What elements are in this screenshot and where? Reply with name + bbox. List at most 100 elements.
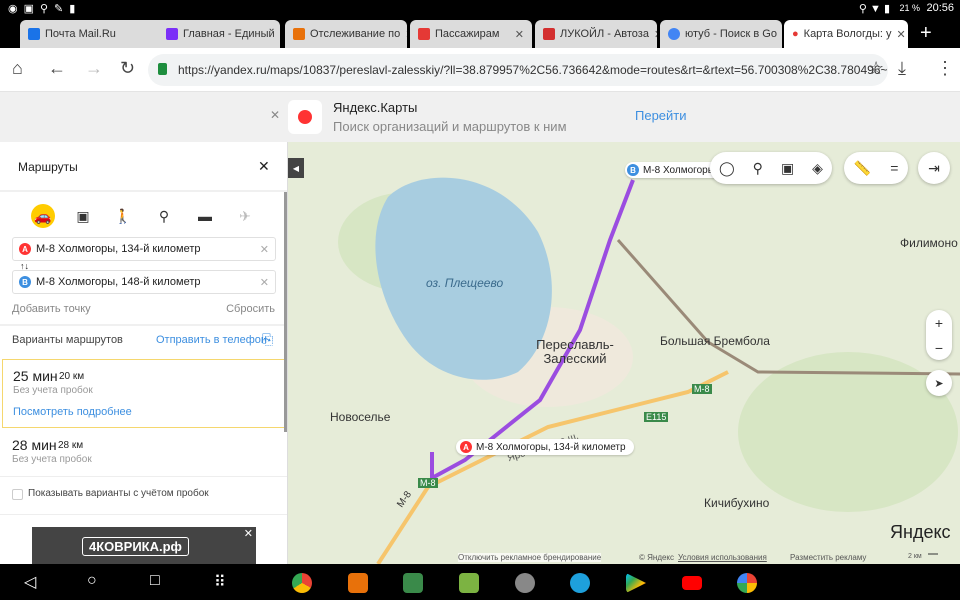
site-icon <box>418 28 430 40</box>
play-store-icon[interactable] <box>626 573 646 593</box>
divider <box>0 514 287 515</box>
to-value: М-8 Холмогоры, 148-й километр <box>36 276 201 288</box>
apps-grid-icon[interactable]: ⠿ <box>214 572 226 592</box>
zoom-controls: + − <box>926 310 952 360</box>
ad-banner[interactable]: 4КОВРИКА.рф ✕ <box>32 527 256 564</box>
star-icon[interactable]: ☆ <box>868 58 884 79</box>
road-sign: М-8 <box>418 478 438 488</box>
new-tab-button[interactable]: + <box>920 22 932 45</box>
pin-a-marker[interactable]: A М-8 Холмогоры, 134-й километр <box>456 439 634 455</box>
disable-branding-link[interactable]: Отключить рекламное брендирование <box>458 553 602 562</box>
collapse-panel-button[interactable]: ◀ <box>288 158 304 178</box>
add-point-link[interactable]: Добавить точку <box>12 303 91 315</box>
traffic-checkbox-label[interactable]: Показывать варианты с учётом пробок <box>28 488 209 499</box>
photos-app-icon[interactable] <box>737 573 757 593</box>
route-details-link[interactable]: Посмотреть подробнее <box>13 406 132 418</box>
geolocation-button[interactable]: ➤ <box>926 370 952 396</box>
map-canvas[interactable]: ◀ оз. Плещеево Переславль-Залесский Боль… <box>288 142 960 564</box>
pin-b-marker[interactable]: B М-8 Холмогоры <box>625 162 723 178</box>
reload-icon[interactable]: ↻ <box>120 58 135 79</box>
route-distance: 20 км <box>59 371 85 382</box>
close-ad-icon[interactable]: ✕ <box>244 527 253 540</box>
forward-icon[interactable]: → <box>85 58 103 79</box>
phone-icon[interactable]: ⎘ <box>262 331 273 348</box>
map-pin-icon: ● <box>792 28 799 40</box>
tab-title: ЛУКОЙЛ - Автоза <box>560 28 649 40</box>
terms-link[interactable]: Условия использования <box>678 553 767 562</box>
village-label: Кичибухино <box>704 496 770 510</box>
ccleaner-app-icon[interactable] <box>348 573 368 593</box>
back-icon[interactable]: ← <box>48 58 66 79</box>
routes-panel: Маршруты ✕ 🚗 ▣ 🚶 ⚲ ▬ ✈ A М-8 Холмогоры, 1… <box>0 142 288 564</box>
traffic-icon[interactable]: ◯ <box>719 160 735 177</box>
home-nav-icon[interactable]: ○ <box>87 572 97 590</box>
clear-icon[interactable]: ✕ <box>260 243 269 256</box>
tab-rzd[interactable]: Пассажирам ✕ <box>410 20 532 48</box>
send-to-phone-link[interactable]: Отправить в телефон <box>156 334 267 346</box>
pin-b-label: М-8 Холмогоры <box>643 164 715 176</box>
download-icon[interactable]: ⤓ <box>898 58 906 79</box>
tab-title: Отслеживание по <box>310 28 401 40</box>
road-sign: М-8 <box>692 384 712 394</box>
panel-title: Маршруты <box>18 160 78 174</box>
banner-subtitle: Поиск организаций и маршрутов к ним <box>333 119 567 134</box>
pin-a-label: М-8 Холмогоры, 134-й километр <box>476 441 626 453</box>
bus-mode-icon[interactable]: ▣ <box>71 204 95 228</box>
tab-gosuslugi[interactable]: Главная - Единый✕ <box>158 20 280 48</box>
walk-mode-icon[interactable]: 🚶 <box>111 204 135 228</box>
home-icon[interactable]: ⌂ <box>12 58 23 79</box>
open-app-button[interactable]: Перейти <box>635 108 687 123</box>
zoom-out-icon[interactable]: − <box>935 340 943 356</box>
close-banner-icon[interactable]: ✕ <box>270 108 280 122</box>
route-option-2[interactable]: 28 мин 28 км Без учета пробок <box>2 429 285 475</box>
close-tab-icon[interactable]: ✕ <box>654 28 657 41</box>
car-mode-icon[interactable]: 🚗 <box>31 204 55 228</box>
tab-yandex-maps[interactable]: ● Карта Вологды: у ✕ <box>784 20 908 48</box>
traffic-checkbox[interactable] <box>12 489 23 500</box>
menu-icon[interactable]: ⋮ <box>936 58 954 79</box>
route-from-input[interactable]: A М-8 Холмогоры, 134-й километр ✕ <box>12 237 276 261</box>
chrome-app-icon[interactable] <box>292 573 312 593</box>
panel-scrollbar[interactable] <box>284 192 287 432</box>
ad-logo-text: 4КОВРИКА.рф <box>82 537 189 556</box>
exit-button[interactable]: ⇥ <box>918 152 950 184</box>
tab-title: Карта Вологды: у <box>803 28 892 40</box>
route-note: Без учета пробок <box>13 385 93 396</box>
close-panel-icon[interactable]: ✕ <box>258 158 270 175</box>
tab-tracking[interactable]: Отслеживание по ✕ <box>285 20 407 48</box>
panorama-icon[interactable]: ⚲ <box>753 160 763 177</box>
menu-icon[interactable]: = <box>890 160 898 176</box>
route-time: 28 мин <box>12 437 57 453</box>
pin-b-icon: B <box>627 164 639 176</box>
close-tab-icon[interactable]: ✕ <box>515 28 524 41</box>
plane-mode-icon[interactable]: ✈ <box>233 204 257 228</box>
zoom-in-icon[interactable]: + <box>935 315 943 331</box>
calculator-app-icon[interactable] <box>459 573 479 593</box>
route-option-1[interactable]: 25 мин 20 км Без учета пробок Посмотреть… <box>2 359 285 428</box>
bike-mode-icon[interactable]: ⚲ <box>152 204 176 228</box>
transit-icon[interactable]: ▣ <box>781 160 794 177</box>
tab-lukoil[interactable]: ЛУКОЙЛ - Автоза ✕ <box>535 20 657 48</box>
map-layers-toolbar: ◯ ⚲ ▣ ◈ <box>710 152 832 184</box>
multigo-app-icon[interactable] <box>570 573 590 593</box>
battery-level: 21 % <box>899 3 920 13</box>
pin-a-icon: A <box>19 243 31 255</box>
ruler-icon[interactable]: 📏 <box>854 160 871 177</box>
reset-link[interactable]: Сбросить <box>226 303 275 315</box>
taxi-mode-icon[interactable]: ▬ <box>193 204 217 228</box>
google-icon <box>668 28 680 40</box>
tab-google[interactable]: ютуб - Поиск в Go✕ <box>660 20 782 48</box>
recents-nav-icon[interactable]: □ <box>150 572 160 590</box>
back-nav-icon[interactable]: ◁ <box>24 572 36 592</box>
close-tab-icon[interactable]: ✕ <box>896 28 905 41</box>
youtube-app-icon[interactable] <box>682 576 702 590</box>
settings-app-icon[interactable] <box>515 573 535 593</box>
close-tab-icon[interactable]: ✕ <box>405 28 407 41</box>
clear-icon[interactable]: ✕ <box>260 276 269 289</box>
address-bar[interactable]: https://yandex.ru/maps/10837/pereslavl-z… <box>148 54 888 86</box>
variants-label: Варианты маршрутов <box>12 334 123 346</box>
advertise-link[interactable]: Разместить рекламу <box>790 553 866 562</box>
app-icon[interactable] <box>403 573 423 593</box>
route-to-input[interactable]: B М-8 Холмогоры, 148-й километр ✕ <box>12 270 276 294</box>
layers-icon[interactable]: ◈ <box>812 160 823 177</box>
